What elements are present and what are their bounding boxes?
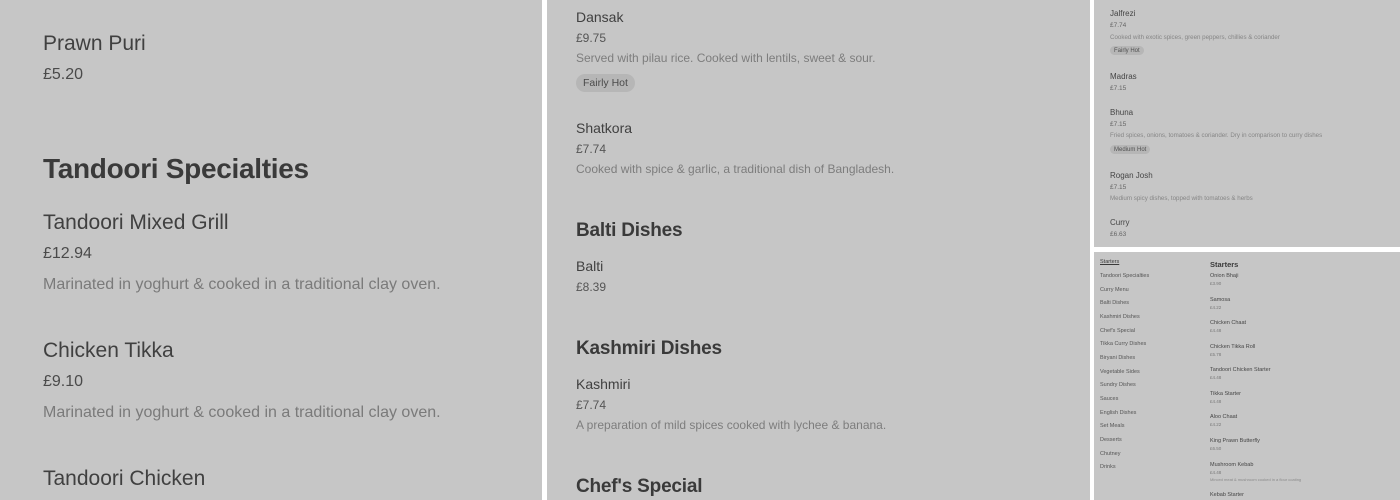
- section-heading: Kashmiri Dishes: [576, 338, 722, 359]
- menu-item-price: £7.15: [1110, 184, 1127, 191]
- menu-item-price: £5.78: [1210, 352, 1222, 357]
- menu-item-name[interactable]: Jalfrezi: [1110, 9, 1135, 18]
- menu-item-description: Minced meat & mushroom cooked in a flour…: [1210, 477, 1302, 482]
- menu-panel-curry: Dansak £9.75 Served with pilau rice. Coo…: [547, 0, 1090, 500]
- menu-item-price: £4.48: [1210, 470, 1222, 475]
- nav-link-tandoori[interactable]: Tandoori Specialties: [1100, 273, 1149, 279]
- menu-item-price: £7.74: [576, 142, 607, 156]
- menu-item-price: £9.75: [576, 31, 607, 45]
- menu-item-price: £8.39: [576, 280, 607, 294]
- menu-item-price: £4.22: [1210, 422, 1222, 427]
- menu-item-name[interactable]: Tandoori Chicken: [43, 467, 205, 491]
- menu-item-name[interactable]: Mushroom Kebab: [1210, 462, 1253, 468]
- menu-item-name[interactable]: Kashmiri: [576, 376, 630, 392]
- menu-item-price: £4.48: [1210, 375, 1222, 380]
- menu-item-name[interactable]: Tandoori Mixed Grill: [43, 211, 229, 235]
- spice-badge: Fairly Hot: [576, 74, 635, 92]
- menu-item-price: £12.94: [43, 245, 92, 262]
- menu-item-price: £9.10: [43, 373, 84, 390]
- nav-link-desserts[interactable]: Desserts: [1100, 437, 1122, 443]
- menu-panel-small: Jalfrezi £7.74 Cooked with exotic spices…: [1094, 0, 1400, 247]
- menu-item-name[interactable]: Samosa: [1210, 297, 1230, 303]
- menu-item-price: £5.20: [43, 66, 84, 83]
- menu-item-price: £4.48: [1210, 328, 1222, 333]
- menu-item-name[interactable]: Tikka Starter: [1210, 391, 1241, 397]
- menu-item-price: £7.74: [1110, 22, 1127, 29]
- menu-item-price: £6.63: [1110, 231, 1127, 238]
- menu-item-description: Cooked with exotic spices, green peppers…: [1110, 34, 1280, 41]
- nav-link-biryani[interactable]: Biryani Dishes: [1100, 355, 1135, 361]
- menu-panel-zoomed: Prawn Puri £5.20 Tandoori Specialties Ta…: [0, 0, 542, 500]
- nav-link-sauces[interactable]: Sauces: [1100, 396, 1118, 402]
- menu-item-description: Marinated in yoghurt & cooked in a tradi…: [43, 404, 441, 421]
- menu-item-name[interactable]: Chicken Tikka Roll: [1210, 344, 1255, 350]
- menu-item-name[interactable]: Onion Bhaji: [1210, 273, 1238, 279]
- spice-badge: Fairly Hot: [1110, 46, 1144, 55]
- menu-item-name[interactable]: Bhuna: [1110, 108, 1133, 117]
- menu-item-name[interactable]: Balti: [576, 258, 603, 274]
- menu-item-price: £6.50: [1210, 446, 1222, 451]
- nav-link-set-meals[interactable]: Set Meals: [1100, 423, 1124, 429]
- section-heading: Starters: [1210, 260, 1239, 269]
- nav-link-tikka-curry[interactable]: Tikka Curry Dishes: [1100, 341, 1146, 347]
- menu-item-description: Medium spicy dishes, topped with tomatoe…: [1110, 195, 1253, 202]
- nav-link-curry-menu[interactable]: Curry Menu: [1100, 287, 1129, 293]
- menu-item-description: Marinated in yoghurt & cooked in a tradi…: [43, 276, 441, 293]
- nav-link-balti[interactable]: Balti Dishes: [1100, 300, 1129, 306]
- menu-item-name[interactable]: Chicken Tikka: [43, 339, 174, 363]
- menu-item-name[interactable]: Shatkora: [576, 120, 632, 136]
- menu-item-name[interactable]: Chicken Chaat: [1210, 320, 1246, 326]
- spice-badge: Medium Hot: [1110, 145, 1151, 154]
- menu-item-description: Fried spices, onions, tomatoes & coriand…: [1110, 132, 1323, 139]
- menu-item-description: A preparation of mild spices cooked with…: [576, 418, 887, 432]
- section-heading: Chef's Special: [576, 476, 703, 497]
- section-heading: Balti Dishes: [576, 220, 683, 241]
- nav-link-sundry[interactable]: Sundry Dishes: [1100, 382, 1136, 388]
- nav-link-drinks[interactable]: Drinks: [1100, 464, 1116, 470]
- menu-item-price: £7.74: [576, 398, 607, 412]
- menu-item-name[interactable]: Kebab Starter: [1210, 492, 1244, 498]
- menu-item-name[interactable]: Rogan Josh: [1110, 171, 1153, 180]
- menu-item-price: £3.90: [1210, 281, 1222, 286]
- nav-link-kashmiri[interactable]: Kashmiri Dishes: [1100, 314, 1140, 320]
- menu-item-name[interactable]: Madras: [1110, 72, 1137, 81]
- menu-item-description: Cooked with spice & garlic, a traditiona…: [576, 162, 895, 176]
- nav-link-starters[interactable]: Starters: [1100, 259, 1119, 265]
- menu-item-name[interactable]: Curry: [1110, 218, 1130, 227]
- nav-link-english[interactable]: English Dishes: [1100, 410, 1136, 416]
- menu-item-price: £7.15: [1110, 121, 1127, 128]
- menu-item-price: £4.22: [1210, 305, 1222, 310]
- section-heading: Tandoori Specialties: [43, 153, 309, 184]
- nav-link-chefs-special[interactable]: Chef's Special: [1100, 328, 1135, 334]
- menu-panel-overview: Starters Tandoori Specialties Curry Menu…: [1094, 252, 1400, 500]
- menu-item-name[interactable]: Tandoori Chicken Starter: [1210, 367, 1271, 373]
- nav-link-vegetable-sides[interactable]: Vegetable Sides: [1100, 369, 1140, 375]
- menu-item-name[interactable]: Prawn Puri: [43, 32, 146, 56]
- menu-item-description: Served with pilau rice. Cooked with lent…: [576, 51, 876, 65]
- menu-item-name[interactable]: Dansak: [576, 9, 623, 25]
- menu-item-name[interactable]: King Prawn Butterfly: [1210, 438, 1260, 444]
- menu-item-name[interactable]: Aloo Chaat: [1210, 414, 1237, 420]
- nav-link-chutney[interactable]: Chutney: [1100, 451, 1121, 457]
- menu-item-price: £4.48: [1210, 399, 1222, 404]
- menu-item-price: £7.15: [1110, 85, 1127, 92]
